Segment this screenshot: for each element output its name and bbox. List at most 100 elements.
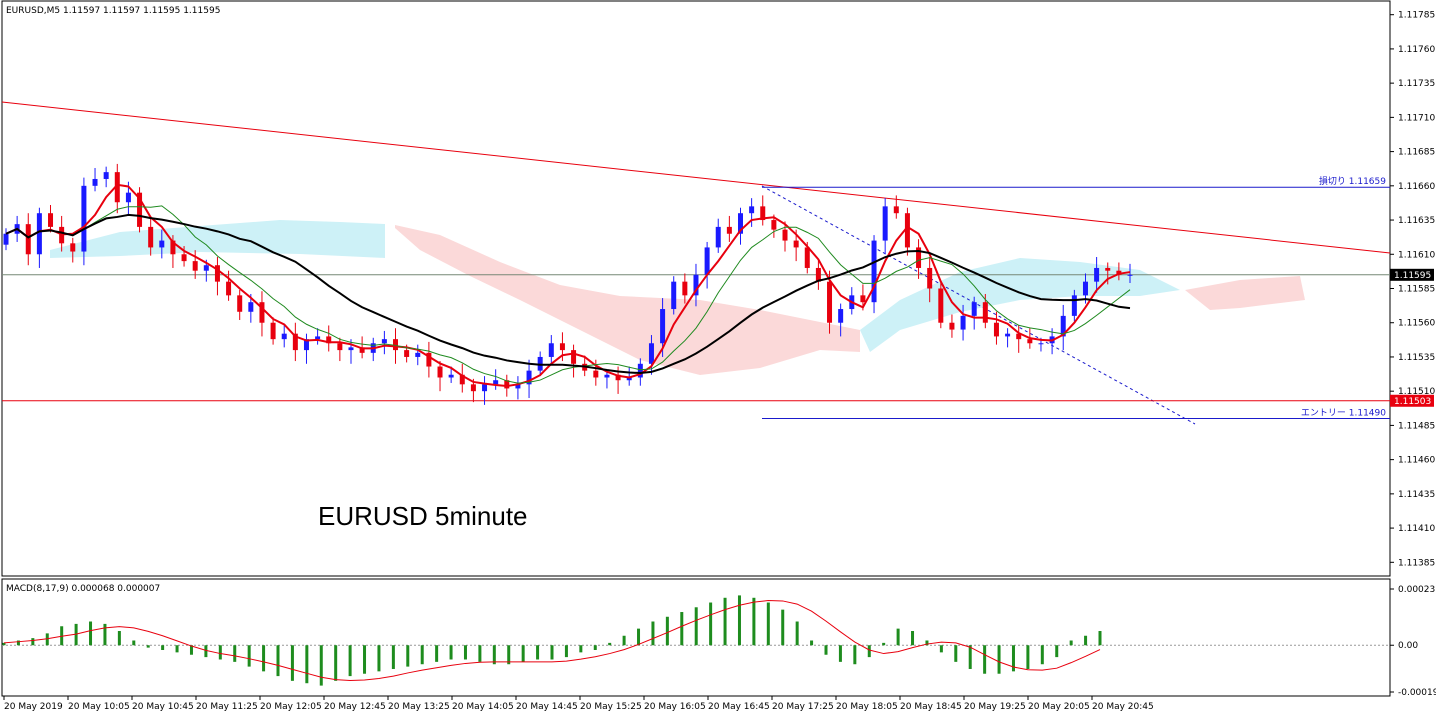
candle-body [448, 374, 454, 378]
macd-bar [132, 640, 136, 646]
candle-body [337, 343, 343, 351]
time-tick-label: 20 May 20:45 [1092, 702, 1154, 712]
candle-body [248, 302, 254, 312]
macd-bar [766, 602, 770, 646]
candle-body [81, 185, 87, 252]
candle-body [3, 233, 9, 245]
time-tick-label: 20 May 19:25 [964, 702, 1026, 712]
candle [938, 283, 944, 329]
macd-bar [276, 645, 280, 677]
candle-body [48, 213, 54, 227]
time-tick-label: 20 May 12:45 [324, 702, 386, 712]
macd-bar [218, 645, 222, 660]
trading-chart[interactable]: 1.11785 1.11760 1.11735 1.11710 1.11685 1.116… [0, 0, 1436, 716]
candle-body [1027, 339, 1033, 344]
macd-bar [204, 645, 208, 658]
candle-body [1127, 274, 1133, 276]
candle-body [671, 281, 677, 310]
macd-bar [665, 616, 669, 646]
macd-bar [608, 642, 612, 646]
macd-bar [824, 645, 828, 655]
time-tick-label: 20 May 10:45 [132, 702, 194, 712]
macd-bar [651, 621, 655, 646]
time-tick-label: 20 May 10:05 [68, 702, 130, 712]
macd-bar [781, 609, 785, 646]
macd-bar [1098, 631, 1102, 646]
candle-body [827, 281, 833, 323]
macd-bar [117, 631, 121, 646]
candle-body [860, 295, 866, 303]
macd-bar [305, 645, 309, 684]
macd-bar [1055, 645, 1059, 658]
macd-bar [146, 645, 150, 648]
macd-bar [449, 645, 453, 660]
macd-bar [161, 645, 165, 650]
candle-body [715, 226, 721, 248]
macd-bar [752, 597, 756, 646]
macd-bar [680, 612, 684, 646]
macd-bar [521, 645, 525, 662]
price-tick-label: 1.11735 [1398, 79, 1435, 89]
candle-body [1005, 333, 1011, 337]
price-tick-label: 1.11685 [1398, 148, 1435, 158]
candle-body [103, 172, 109, 179]
candle-body [404, 350, 410, 357]
time-tick-label: 20 May 15:25 [580, 702, 642, 712]
candle-body [493, 380, 499, 385]
macd-bar [319, 645, 323, 686]
entry-label: エントリー 1.11490 [1301, 409, 1386, 419]
macd-bar [579, 645, 583, 653]
candle-body [782, 229, 788, 241]
candle-body [36, 213, 42, 255]
price-tick-label: 1.11485 [1398, 421, 1435, 431]
candle-body [315, 336, 321, 340]
macd-bar [968, 645, 972, 669]
macd-bar [1084, 635, 1088, 646]
candle-body [1082, 281, 1088, 296]
macd-bar [334, 645, 338, 681]
price-tick-label: 1.11660 [1398, 182, 1435, 192]
macd-bar [1026, 645, 1030, 669]
macd-bar [262, 645, 266, 672]
macd-bar [622, 635, 626, 646]
candle-body [726, 226, 732, 234]
macd-bar [420, 645, 424, 665]
candle-body [660, 309, 666, 344]
time-tick-label: 20 May 20:05 [1028, 702, 1090, 712]
candle-body [237, 295, 243, 312]
candle-body [593, 370, 599, 378]
macd-bar [795, 621, 799, 646]
macd-bar [593, 645, 597, 650]
price-tick-label: 1.11560 [1398, 319, 1435, 329]
candle-body [604, 374, 610, 378]
candle-body [893, 206, 899, 214]
time-tick-label: 20 May 14:45 [516, 702, 578, 712]
candle-body [1094, 267, 1100, 282]
candle-body [148, 226, 154, 248]
candle-body [92, 178, 98, 186]
macd-bar [247, 645, 251, 667]
candle-body [548, 343, 554, 357]
macd-bar [175, 645, 179, 653]
macd-bar [983, 645, 987, 674]
macd-bar [377, 645, 381, 672]
candle-body [771, 220, 777, 230]
price-tick-label: 1.11610 [1398, 250, 1435, 260]
price-tick-label: 1.11710 [1398, 113, 1435, 123]
candle-body [749, 206, 755, 214]
time-tick-label: 20 May 11:25 [196, 702, 258, 712]
candle-body [70, 243, 76, 252]
macd-bar [478, 645, 482, 662]
candle-body [938, 288, 944, 323]
price-tick-label: 1.11585 [1398, 285, 1435, 295]
candle [871, 235, 877, 314]
macd-bar [435, 645, 439, 662]
macd-bar [939, 645, 943, 653]
candle-body [281, 333, 287, 340]
candle-body [993, 322, 999, 337]
candle-body [25, 224, 31, 255]
macd-bar [564, 645, 568, 658]
price-tick-label: 1.11385 [1398, 558, 1435, 568]
candle-body [348, 347, 354, 351]
time-tick-label: 20 May 18:05 [836, 702, 898, 712]
